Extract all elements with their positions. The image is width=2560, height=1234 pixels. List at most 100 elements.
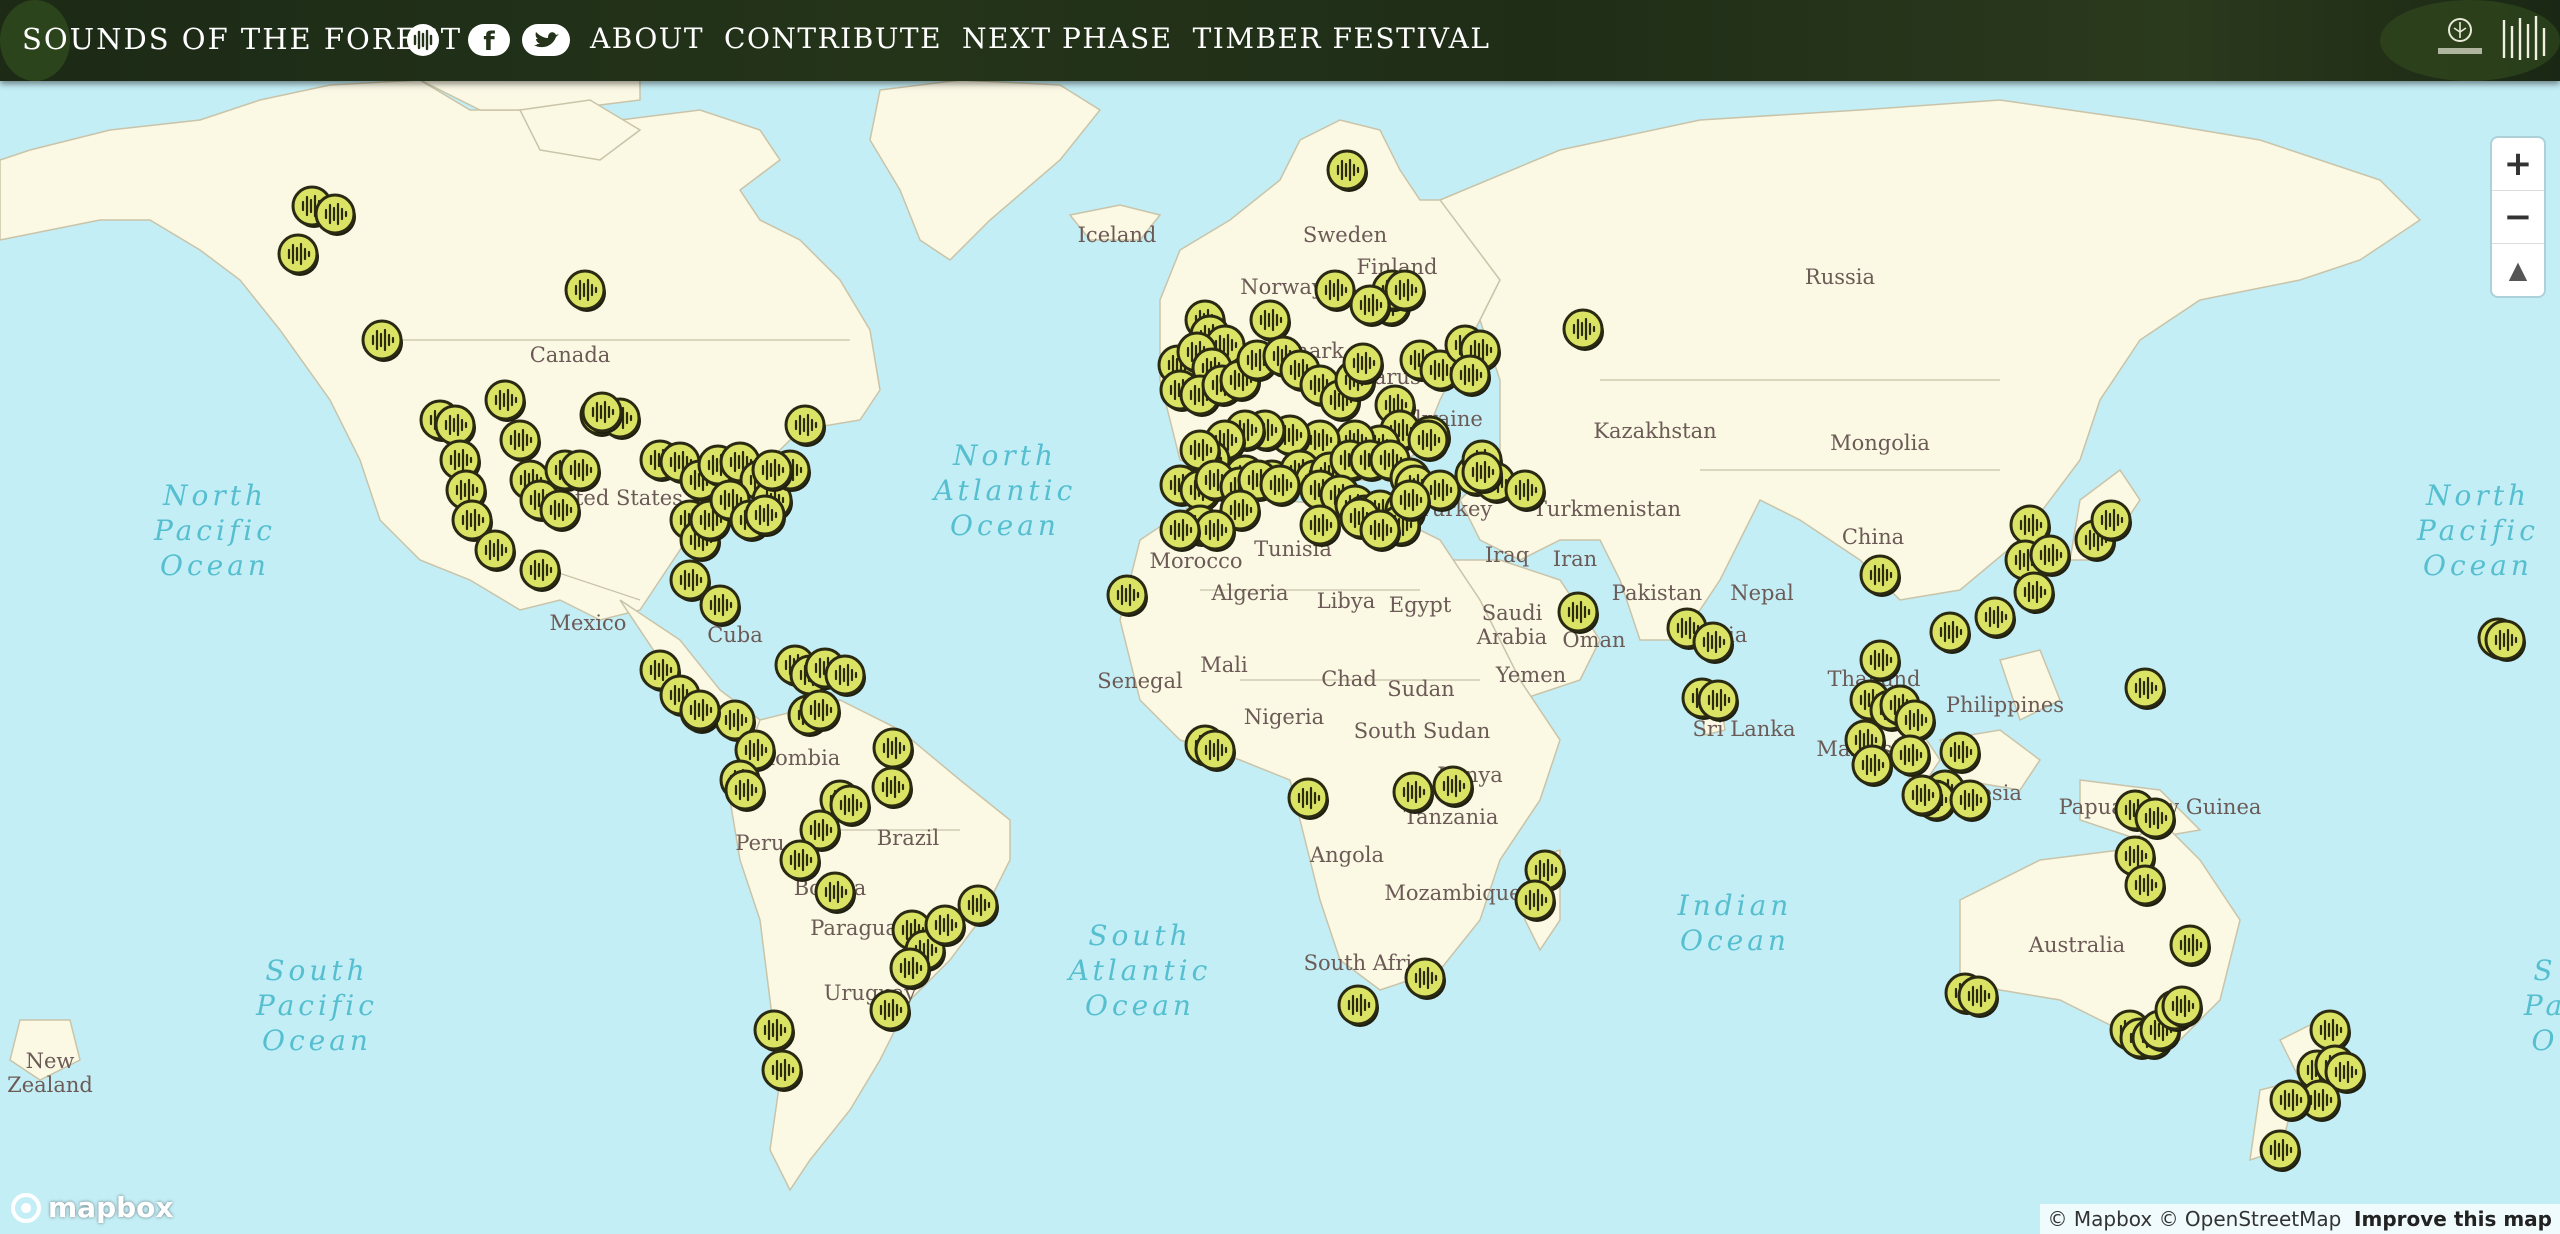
sound-marker[interactable] — [1259, 464, 1301, 507]
improve-map-link[interactable]: Improve this map — [2354, 1207, 2552, 1231]
sound-marker[interactable] — [2029, 534, 2071, 577]
sound-marker[interactable] — [679, 689, 721, 732]
sound-marker[interactable] — [277, 233, 319, 276]
sound-marker[interactable] — [699, 584, 741, 627]
sound-marker[interactable] — [1326, 149, 1368, 192]
twitter-icon[interactable] — [522, 23, 570, 57]
sound-marker[interactable] — [2124, 864, 2166, 907]
sound-marker[interactable] — [1889, 734, 1931, 777]
site-title[interactable]: SOUNDS OF THE FOREST — [22, 22, 462, 56]
sound-marker[interactable] — [581, 391, 623, 434]
sound-marker[interactable] — [1159, 509, 1201, 552]
sound-marker[interactable] — [957, 884, 999, 927]
sound-marker[interactable] — [824, 654, 866, 697]
sound-marker[interactable] — [2259, 1129, 2301, 1172]
timber-logo[interactable] — [2498, 8, 2552, 70]
sound-marker[interactable] — [564, 269, 606, 312]
sound-marker[interactable] — [1461, 451, 1503, 494]
country-label: Brazil — [877, 826, 940, 850]
sound-marker[interactable] — [474, 529, 516, 572]
sound-marker[interactable] — [1851, 744, 1893, 787]
sound-marker[interactable] — [751, 449, 793, 492]
country-label: Kazakhstan — [1593, 419, 1716, 443]
sound-marker[interactable] — [314, 193, 356, 236]
sound-marker[interactable] — [1901, 774, 1943, 817]
nav-timber-festival[interactable]: TIMBER FESTIVAL — [1193, 22, 1491, 55]
sound-marker[interactable] — [869, 989, 911, 1032]
sound-marker[interactable] — [1957, 975, 1999, 1018]
sound-marker[interactable] — [1859, 639, 1901, 682]
sound-marker[interactable] — [1949, 779, 1991, 822]
sound-marker[interactable] — [1194, 509, 1236, 552]
sound-marker[interactable] — [1697, 679, 1739, 722]
sound-marker[interactable] — [2134, 797, 2176, 840]
mapbox-logo-icon — [11, 1192, 41, 1223]
sound-marker[interactable] — [499, 419, 541, 462]
sound-marker[interactable] — [784, 404, 826, 447]
sound-marker[interactable] — [1562, 308, 1604, 351]
sound-marker[interactable] — [1404, 957, 1446, 1000]
nav-next-phase[interactable]: NEXT PHASE — [962, 22, 1173, 55]
sound-marker[interactable] — [2090, 499, 2132, 542]
sound-marker[interactable] — [1299, 504, 1341, 547]
sound-marker[interactable] — [1407, 419, 1449, 462]
country-label: Egypt — [1389, 593, 1452, 617]
sound-marker[interactable] — [2484, 619, 2526, 662]
sound-marker[interactable] — [539, 489, 581, 532]
country-label: Senegal — [1097, 669, 1183, 693]
sound-marker[interactable] — [1359, 509, 1401, 552]
sound-wave-icon[interactable] — [406, 23, 440, 57]
country-label: China — [1842, 525, 1904, 549]
attribution-text[interactable]: © Mapbox © OpenStreetMap — [2048, 1207, 2342, 1231]
sound-marker[interactable] — [1557, 591, 1599, 634]
sound-marker[interactable] — [559, 449, 601, 492]
sound-marker[interactable] — [1974, 596, 2016, 639]
sound-marker[interactable] — [2124, 667, 2166, 710]
zoom-in-button[interactable]: + — [2492, 138, 2544, 191]
sound-marker[interactable] — [872, 727, 914, 770]
sound-marker[interactable] — [779, 839, 821, 882]
sound-marker[interactable] — [724, 769, 766, 812]
sound-marker[interactable] — [1432, 765, 1474, 808]
sound-marker[interactable] — [1504, 469, 1546, 512]
sound-marker[interactable] — [1939, 731, 1981, 774]
sound-marker[interactable] — [2169, 924, 2211, 967]
facebook-icon[interactable]: f — [468, 23, 510, 57]
compass-button[interactable]: ▲ — [2492, 244, 2544, 296]
sound-marker[interactable] — [753, 1009, 795, 1052]
sound-marker[interactable] — [1389, 479, 1431, 522]
zoom-out-button[interactable]: − — [2492, 191, 2544, 244]
sound-marker[interactable] — [1287, 777, 1329, 820]
sound-marker[interactable] — [889, 947, 931, 990]
world-map[interactable]: North Pacific Ocean North Atlantic Ocean South… — [0, 0, 2560, 1234]
sound-marker[interactable] — [1194, 729, 1236, 772]
sound-marker[interactable] — [2269, 1079, 2311, 1122]
sound-marker[interactable] — [484, 379, 526, 422]
sound-marker[interactable] — [1692, 621, 1734, 664]
nav-about[interactable]: ABOUT — [590, 22, 704, 55]
country-label: Philippines — [1946, 693, 2064, 717]
sound-marker[interactable] — [361, 319, 403, 362]
sound-marker[interactable] — [814, 871, 856, 914]
sound-marker[interactable] — [2013, 571, 2055, 614]
forestry-logo[interactable] — [2430, 10, 2490, 68]
sound-marker[interactable] — [1342, 342, 1384, 385]
sound-marker[interactable] — [744, 494, 786, 537]
country-label: Norway — [1240, 275, 1324, 299]
sound-marker[interactable] — [871, 766, 913, 809]
sound-marker[interactable] — [761, 1049, 803, 1092]
mapbox-logo[interactable]: mapbox — [10, 1191, 173, 1224]
sound-marker[interactable] — [1929, 611, 1971, 654]
sound-marker[interactable] — [1392, 771, 1434, 814]
sound-marker[interactable] — [1449, 354, 1491, 397]
sound-marker[interactable] — [519, 549, 561, 592]
nav-contribute[interactable]: CONTRIBUTE — [724, 22, 942, 55]
sound-marker[interactable] — [799, 689, 841, 732]
sound-marker[interactable] — [1514, 879, 1556, 922]
sound-marker[interactable] — [1337, 984, 1379, 1027]
sound-marker[interactable] — [1384, 269, 1426, 312]
sound-marker[interactable] — [1106, 574, 1148, 617]
sound-marker[interactable] — [1859, 554, 1901, 597]
country-label: Mali — [1200, 653, 1248, 677]
sound-marker[interactable] — [2161, 985, 2203, 1028]
